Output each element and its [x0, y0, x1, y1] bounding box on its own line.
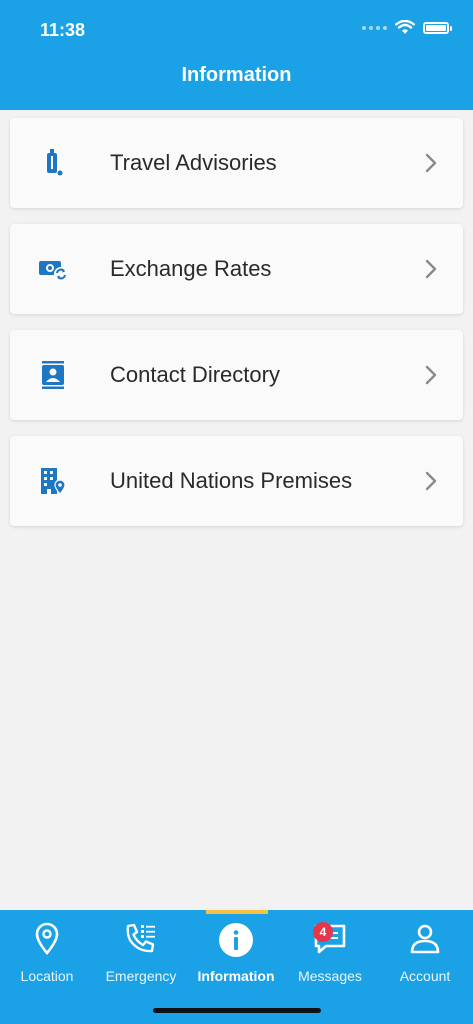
- info-icon: [219, 923, 253, 957]
- tab-account[interactable]: Account: [378, 916, 472, 992]
- currency-exchange-icon: [39, 261, 68, 281]
- chevron-right-icon: [425, 259, 437, 279]
- menu-item-label: Travel Advisories: [110, 150, 277, 175]
- tab-information[interactable]: Information: [189, 916, 283, 992]
- location-pin-icon: [35, 922, 59, 956]
- tab-label: Account: [399, 968, 451, 984]
- cellular-signal-icon: [362, 25, 387, 30]
- tab-location[interactable]: Location: [0, 916, 94, 992]
- unread-messages-badge: 4: [313, 922, 333, 942]
- page-title: Information: [181, 64, 292, 86]
- tab-label: Messages: [298, 968, 362, 984]
- phone-list-icon: [126, 923, 155, 953]
- chevron-right-icon: [425, 365, 437, 385]
- information-menu-list: Travel Advisories Exchange Rates Contact…: [10, 118, 463, 542]
- menu-item-label: United Nations Premises: [110, 468, 353, 493]
- tab-label: Emergency: [105, 968, 177, 984]
- menu-item-label: Contact Directory: [110, 362, 280, 387]
- contact-card-icon: [42, 361, 64, 389]
- tab-label: Information: [197, 968, 275, 984]
- status-icons: [362, 20, 452, 35]
- chevron-right-icon: [425, 471, 437, 491]
- header-bar: 11:38 Information: [0, 0, 473, 110]
- menu-item-label: Exchange Rates: [110, 256, 272, 281]
- suitcase-icon: [47, 149, 63, 176]
- battery-icon: [423, 21, 452, 34]
- menu-item-united-nations-premises[interactable]: United Nations Premises: [10, 436, 463, 526]
- menu-item-contact-directory[interactable]: Contact Directory: [10, 330, 463, 420]
- bottom-tab-bar: Location Emergency Information 4 Message…: [0, 910, 473, 1024]
- wifi-icon: [395, 20, 415, 34]
- tab-messages[interactable]: 4 Messages: [283, 916, 377, 992]
- status-time: 11:38: [40, 20, 86, 40]
- home-indicator[interactable]: [153, 1008, 321, 1013]
- active-tab-indicator: [206, 910, 268, 914]
- tab-emergency[interactable]: Emergency: [94, 916, 188, 992]
- chevron-right-icon: [425, 153, 437, 173]
- person-icon: [410, 924, 440, 954]
- tab-label: Location: [20, 968, 74, 984]
- menu-item-exchange-rates[interactable]: Exchange Rates: [10, 224, 463, 314]
- menu-item-travel-advisories[interactable]: Travel Advisories: [10, 118, 463, 208]
- building-location-icon: [41, 468, 66, 495]
